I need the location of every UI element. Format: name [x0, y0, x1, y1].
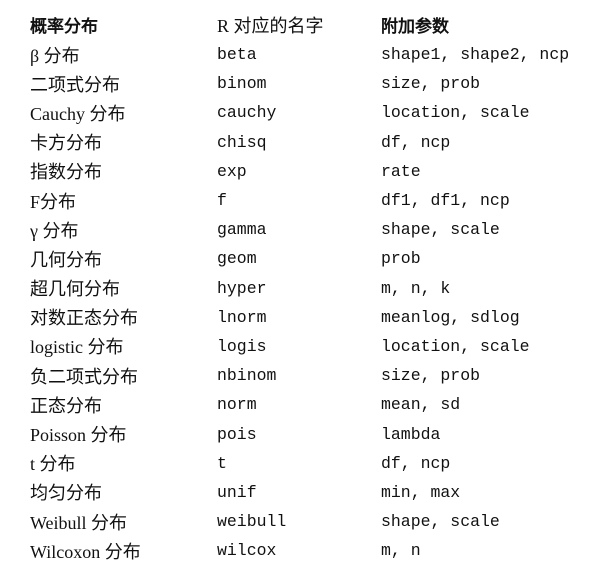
params-cell: df, ncp — [381, 132, 451, 152]
params-cell: min, max — [381, 482, 461, 502]
r-name-cell: gamma — [217, 220, 267, 240]
table-row: γ 分布 gamma shape, scale — [30, 215, 586, 244]
r-name-cell: chisq — [217, 132, 267, 152]
r-name-cell: f — [217, 191, 227, 211]
table-row: 对数正态分布 lnorm meanlog, sdlog — [30, 303, 586, 332]
table-row: β 分布 beta shape1, shape2, ncp — [30, 40, 586, 69]
table-header: 概率分布 R 对应的名字 附加参数 — [30, 11, 586, 40]
distribution-table-container: 概率分布 R 对应的名字 附加参数 β 分布 beta shape1, shape2… — [30, 11, 586, 565]
r-name-cell: weibull — [217, 512, 287, 532]
table-row: Poisson 分布 pois lambda — [30, 419, 586, 448]
table-row: 均匀分布 unif min, max — [30, 478, 586, 507]
distribution-name-cell: Weibull 分布 — [30, 512, 128, 533]
distribution-name-cell: 超几何分布 — [30, 279, 120, 300]
table-row: 卡方分布 chisq df, ncp — [30, 128, 586, 157]
r-name-cell: pois — [217, 424, 257, 444]
params-cell: shape, scale — [381, 512, 500, 532]
r-name-cell: hyper — [217, 278, 267, 298]
distribution-name-cell: Cauchy 分布 — [30, 103, 126, 124]
distribution-table: 概率分布 R 对应的名字 附加参数 β 分布 beta shape1, shape2… — [30, 11, 586, 565]
table-row: t 分布 t df, ncp — [30, 449, 586, 478]
distribution-name-cell: F分布 — [30, 191, 77, 212]
params-cell: mean, sd — [381, 395, 461, 415]
params-cell: shape, scale — [381, 220, 500, 240]
r-name-cell: binom — [217, 74, 267, 94]
r-name-cell: beta — [217, 45, 257, 65]
params-cell: rate — [381, 161, 421, 181]
table-row: logistic 分布 logis location, scale — [30, 332, 586, 361]
distribution-name-cell: logistic 分布 — [30, 337, 124, 358]
params-cell: m, n — [381, 541, 421, 561]
table-row: Cauchy 分布 cauchy location, scale — [30, 98, 586, 127]
table-row: 几何分布 geom prob — [30, 244, 586, 273]
params-cell: df1, df1, ncp — [381, 191, 510, 211]
table-row: 指数分布 exp rate — [30, 157, 586, 186]
r-name-cell: t — [217, 453, 227, 473]
r-name-cell: lnorm — [217, 307, 267, 327]
header-distribution: 概率分布 — [30, 17, 98, 37]
distribution-name-cell: 对数正态分布 — [30, 308, 138, 329]
params-cell: location, scale — [381, 103, 530, 123]
r-name-cell: nbinom — [217, 366, 277, 386]
params-cell: meanlog, sdlog — [381, 307, 520, 327]
distribution-name-cell: t 分布 — [30, 454, 76, 475]
r-name-cell: cauchy — [217, 103, 277, 123]
distribution-name-cell: Poisson 分布 — [30, 425, 127, 446]
distribution-name-cell: 负二项式分布 — [30, 366, 138, 387]
header-params: 附加参数 — [381, 17, 449, 37]
table-row: Wilcoxon 分布 wilcox m, n — [30, 536, 586, 565]
params-cell: m, n, k — [381, 278, 451, 298]
table-row: 二项式分布 binom size, prob — [30, 69, 586, 98]
distribution-name-cell: 均匀分布 — [30, 483, 102, 504]
table-row: F分布 f df1, df1, ncp — [30, 186, 586, 215]
distribution-name-cell: γ 分布 — [30, 220, 79, 241]
r-name-cell: geom — [217, 249, 257, 269]
distribution-name-cell: 正态分布 — [30, 395, 102, 416]
r-name-cell: logis — [217, 336, 267, 356]
params-cell: shape1, shape2, ncp — [381, 45, 570, 65]
r-name-cell: wilcox — [217, 541, 277, 561]
distribution-name-cell: 卡方分布 — [30, 133, 102, 154]
table-row: 超几何分布 hyper m, n, k — [30, 274, 586, 303]
distribution-name-cell: Wilcoxon 分布 — [30, 541, 141, 562]
params-cell: size, prob — [381, 366, 481, 386]
params-cell: df, ncp — [381, 453, 451, 473]
params-cell: prob — [381, 249, 421, 269]
r-name-cell: unif — [217, 482, 257, 502]
table-row: 负二项式分布 nbinom size, prob — [30, 361, 586, 390]
table-body: β 分布 beta shape1, shape2, ncp 二项式分布 binom siz… — [30, 40, 586, 565]
distribution-name-cell: 二项式分布 — [30, 74, 120, 95]
params-cell: lambda — [381, 424, 441, 444]
table-row: Weibull 分布 weibull shape, scale — [30, 507, 586, 536]
distribution-name-cell: β 分布 — [30, 45, 80, 66]
header-row: 概率分布 R 对应的名字 附加参数 — [30, 11, 586, 40]
params-cell: location, scale — [381, 336, 530, 356]
header-r-name: R 对应的名字 — [217, 15, 324, 36]
table-row: 正态分布 norm mean, sd — [30, 390, 586, 419]
distribution-name-cell: 指数分布 — [30, 162, 102, 183]
r-name-cell: norm — [217, 395, 257, 415]
distribution-name-cell: 几何分布 — [30, 249, 102, 270]
r-name-cell: exp — [217, 161, 247, 181]
params-cell: size, prob — [381, 74, 481, 94]
